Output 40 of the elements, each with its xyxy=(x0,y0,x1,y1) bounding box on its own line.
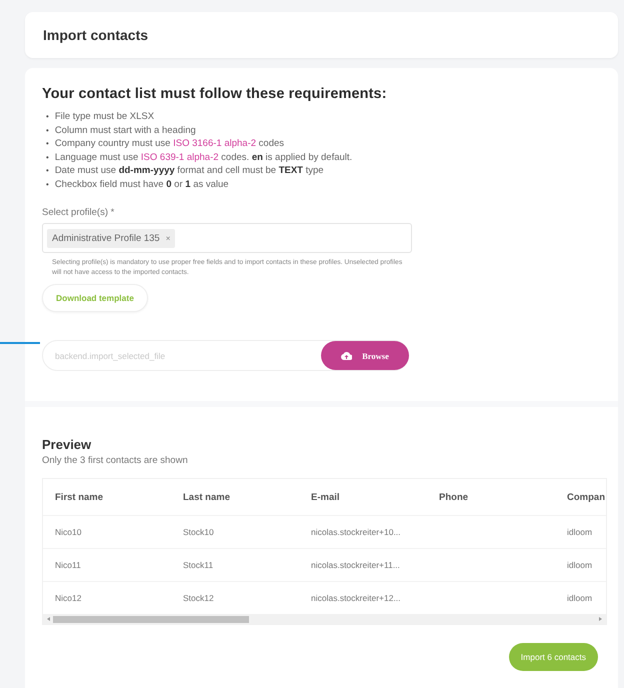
field-label: Select profile(s) * xyxy=(42,207,116,218)
table-cell: Stock11 xyxy=(171,548,299,582)
preview-subtitle: Only the 3 first contacts are shown xyxy=(42,455,189,466)
browse-button[interactable]: Browse xyxy=(321,341,409,370)
requirement-text: Language must use ISO 639-1 alpha-2 codes. en is applied by default. xyxy=(54,150,352,164)
requirement-link[interactable]: ISO 3166-1 alpha-2 xyxy=(173,138,256,149)
table-cell: idloom xyxy=(555,516,606,548)
remove-tag-button[interactable]: × xyxy=(166,234,170,242)
preview-heading: Preview xyxy=(42,437,92,452)
table-cell: nicolas.stockreiter+11... xyxy=(299,548,427,582)
list-bullet: • xyxy=(46,165,49,177)
requirement-text: Checkbox field must have 0 or 1 as value xyxy=(54,178,229,191)
table-cell: Nico11 xyxy=(43,548,171,582)
profile-tag: Administrative Profile 135 xyxy=(52,232,160,244)
column-header: Phone xyxy=(427,479,555,516)
table-cell: idloom xyxy=(555,548,606,582)
requirements-heading: Your contact list must follow these requirements: xyxy=(42,86,388,102)
list-bullet: • xyxy=(46,138,49,150)
page-title: Import contacts xyxy=(43,27,150,43)
requirement-text: Company country must use ISO 3166-1 alpha-2 codes xyxy=(54,137,284,150)
column-header: First name xyxy=(43,479,171,516)
requirement-text: Date must use dd-mm-yyyy format and cell must be TEXT type xyxy=(54,164,324,178)
table-cell: nicolas.stockreiter+10... xyxy=(299,516,427,548)
cloud-upload-icon xyxy=(341,352,352,360)
column-header: E-mail xyxy=(299,479,427,516)
list-bullet: • xyxy=(46,152,49,164)
horizontal-scrollbar[interactable] xyxy=(43,614,606,624)
import-contacts-button[interactable]: Import 6 contacts xyxy=(508,643,598,671)
requirement-link[interactable]: ISO 639-1 alpha-2 xyxy=(140,152,219,162)
table-cell: Stock10 xyxy=(171,516,299,548)
profile-select-field[interactable]: Administrative Profile 135 × xyxy=(42,223,412,253)
download-template-button[interactable]: Download template xyxy=(42,284,148,312)
column-header: Last name xyxy=(171,479,299,516)
column-header: Compan xyxy=(555,479,606,516)
list-bullet: • xyxy=(46,124,49,136)
requirement-text: File type must be XLSX xyxy=(54,110,154,124)
list-bullet: • xyxy=(46,111,49,123)
requirement-text: Column must start with a heading xyxy=(54,124,196,137)
list-bullet: • xyxy=(46,178,49,190)
table-cell: Nico10 xyxy=(43,516,171,548)
